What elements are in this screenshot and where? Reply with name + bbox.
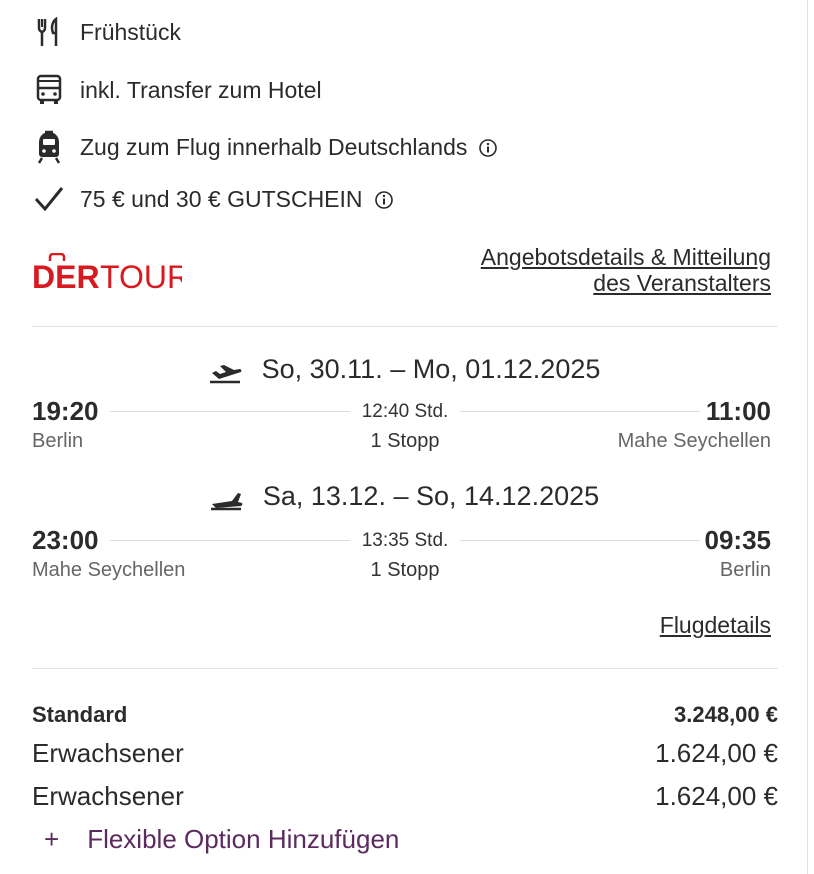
traveller-price-row: Erwachsener 1.624,00 € xyxy=(32,738,778,769)
fork-knife-icon xyxy=(32,15,66,49)
traveller-price: 1.624,00 € xyxy=(655,738,778,768)
feature-voucher: 75 € und 30 € GUTSCHEIN xyxy=(32,179,395,219)
return-duration: 13:35 Std. xyxy=(361,530,449,551)
outbound-arr-city: Mahe Seychellen xyxy=(617,430,771,452)
standard-price-row: Standard 3.248,00 € xyxy=(32,702,778,728)
return-dep-time: 23:00 xyxy=(32,525,99,555)
bus-icon xyxy=(32,73,66,107)
traveller-label: Erwachsener xyxy=(32,781,184,811)
outbound-header: So, 30.11. – Mo, 01.12.2025 xyxy=(0,354,808,385)
outbound-stops: 1 Stopp xyxy=(370,430,440,452)
return-arr-time: 09:35 xyxy=(704,525,772,555)
outbound-duration: 12:40 Std. xyxy=(361,401,449,422)
offer-details-link[interactable]: Angebotsdetails & Mitteilung des Veranst… xyxy=(481,244,771,296)
return-date: Sa, 13.12. – So, 14.12.2025 xyxy=(262,481,600,511)
brand-logo-text-right: TOUR xyxy=(100,259,182,295)
offer-card: Frühstück inkl. Transfer zum Hotel Zug z… xyxy=(0,0,808,874)
traveller-price: 1.624,00 € xyxy=(655,781,778,811)
dertour-logo: DER TOUR xyxy=(32,252,190,295)
info-icon[interactable] xyxy=(477,137,499,159)
feature-transfer: inkl. Transfer zum Hotel xyxy=(32,70,322,110)
return-dep-city: Mahe Seychellen xyxy=(32,559,186,581)
divider xyxy=(32,668,778,669)
add-flexible-option-button[interactable]: + Flexible Option Hinzufügen xyxy=(44,824,399,855)
brand-logo-text-left: DER xyxy=(32,259,100,295)
return-arr-city: Berlin xyxy=(719,559,771,581)
offer-details-line2: des Veranstalters xyxy=(593,270,771,296)
traveller-price-row: Erwachsener 1.624,00 € xyxy=(32,781,778,812)
feature-label: inkl. Transfer zum Hotel xyxy=(80,76,322,103)
flexible-option-label: Flexible Option Hinzufügen xyxy=(87,824,400,854)
plane-landing-icon xyxy=(209,487,243,510)
feature-breakfast: Frühstück xyxy=(32,12,181,52)
outbound-arr-time: 11:00 xyxy=(705,396,771,426)
train-icon xyxy=(32,130,66,164)
standard-total: 3.248,00 € xyxy=(674,702,778,727)
outbound-dep-time: 19:20 xyxy=(32,396,99,426)
standard-label: Standard xyxy=(32,702,128,727)
return-stops: 1 Stopp xyxy=(370,559,440,581)
plus-icon: + xyxy=(44,824,60,854)
checkmark-icon xyxy=(32,182,66,216)
outbound-dep-city: Berlin xyxy=(32,430,84,452)
info-icon[interactable] xyxy=(373,189,395,211)
divider xyxy=(32,326,778,327)
feature-label: Frühstück xyxy=(80,18,181,45)
feature-label: 75 € und 30 € GUTSCHEIN xyxy=(80,186,395,213)
offer-details-line1: Angebotsdetails & Mitteilung xyxy=(480,244,771,270)
feature-train: Zug zum Flug innerhalb Deutschlands xyxy=(32,127,499,167)
plane-takeoff-icon xyxy=(208,360,242,383)
feature-label: Zug zum Flug innerhalb Deutschlands xyxy=(80,134,499,161)
return-header: Sa, 13.12. – So, 14.12.2025 xyxy=(0,481,808,512)
outbound-date: So, 30.11. – Mo, 01.12.2025 xyxy=(261,354,601,384)
flight-details-link[interactable]: Flugdetails xyxy=(660,612,771,639)
traveller-label: Erwachsener xyxy=(32,738,184,768)
